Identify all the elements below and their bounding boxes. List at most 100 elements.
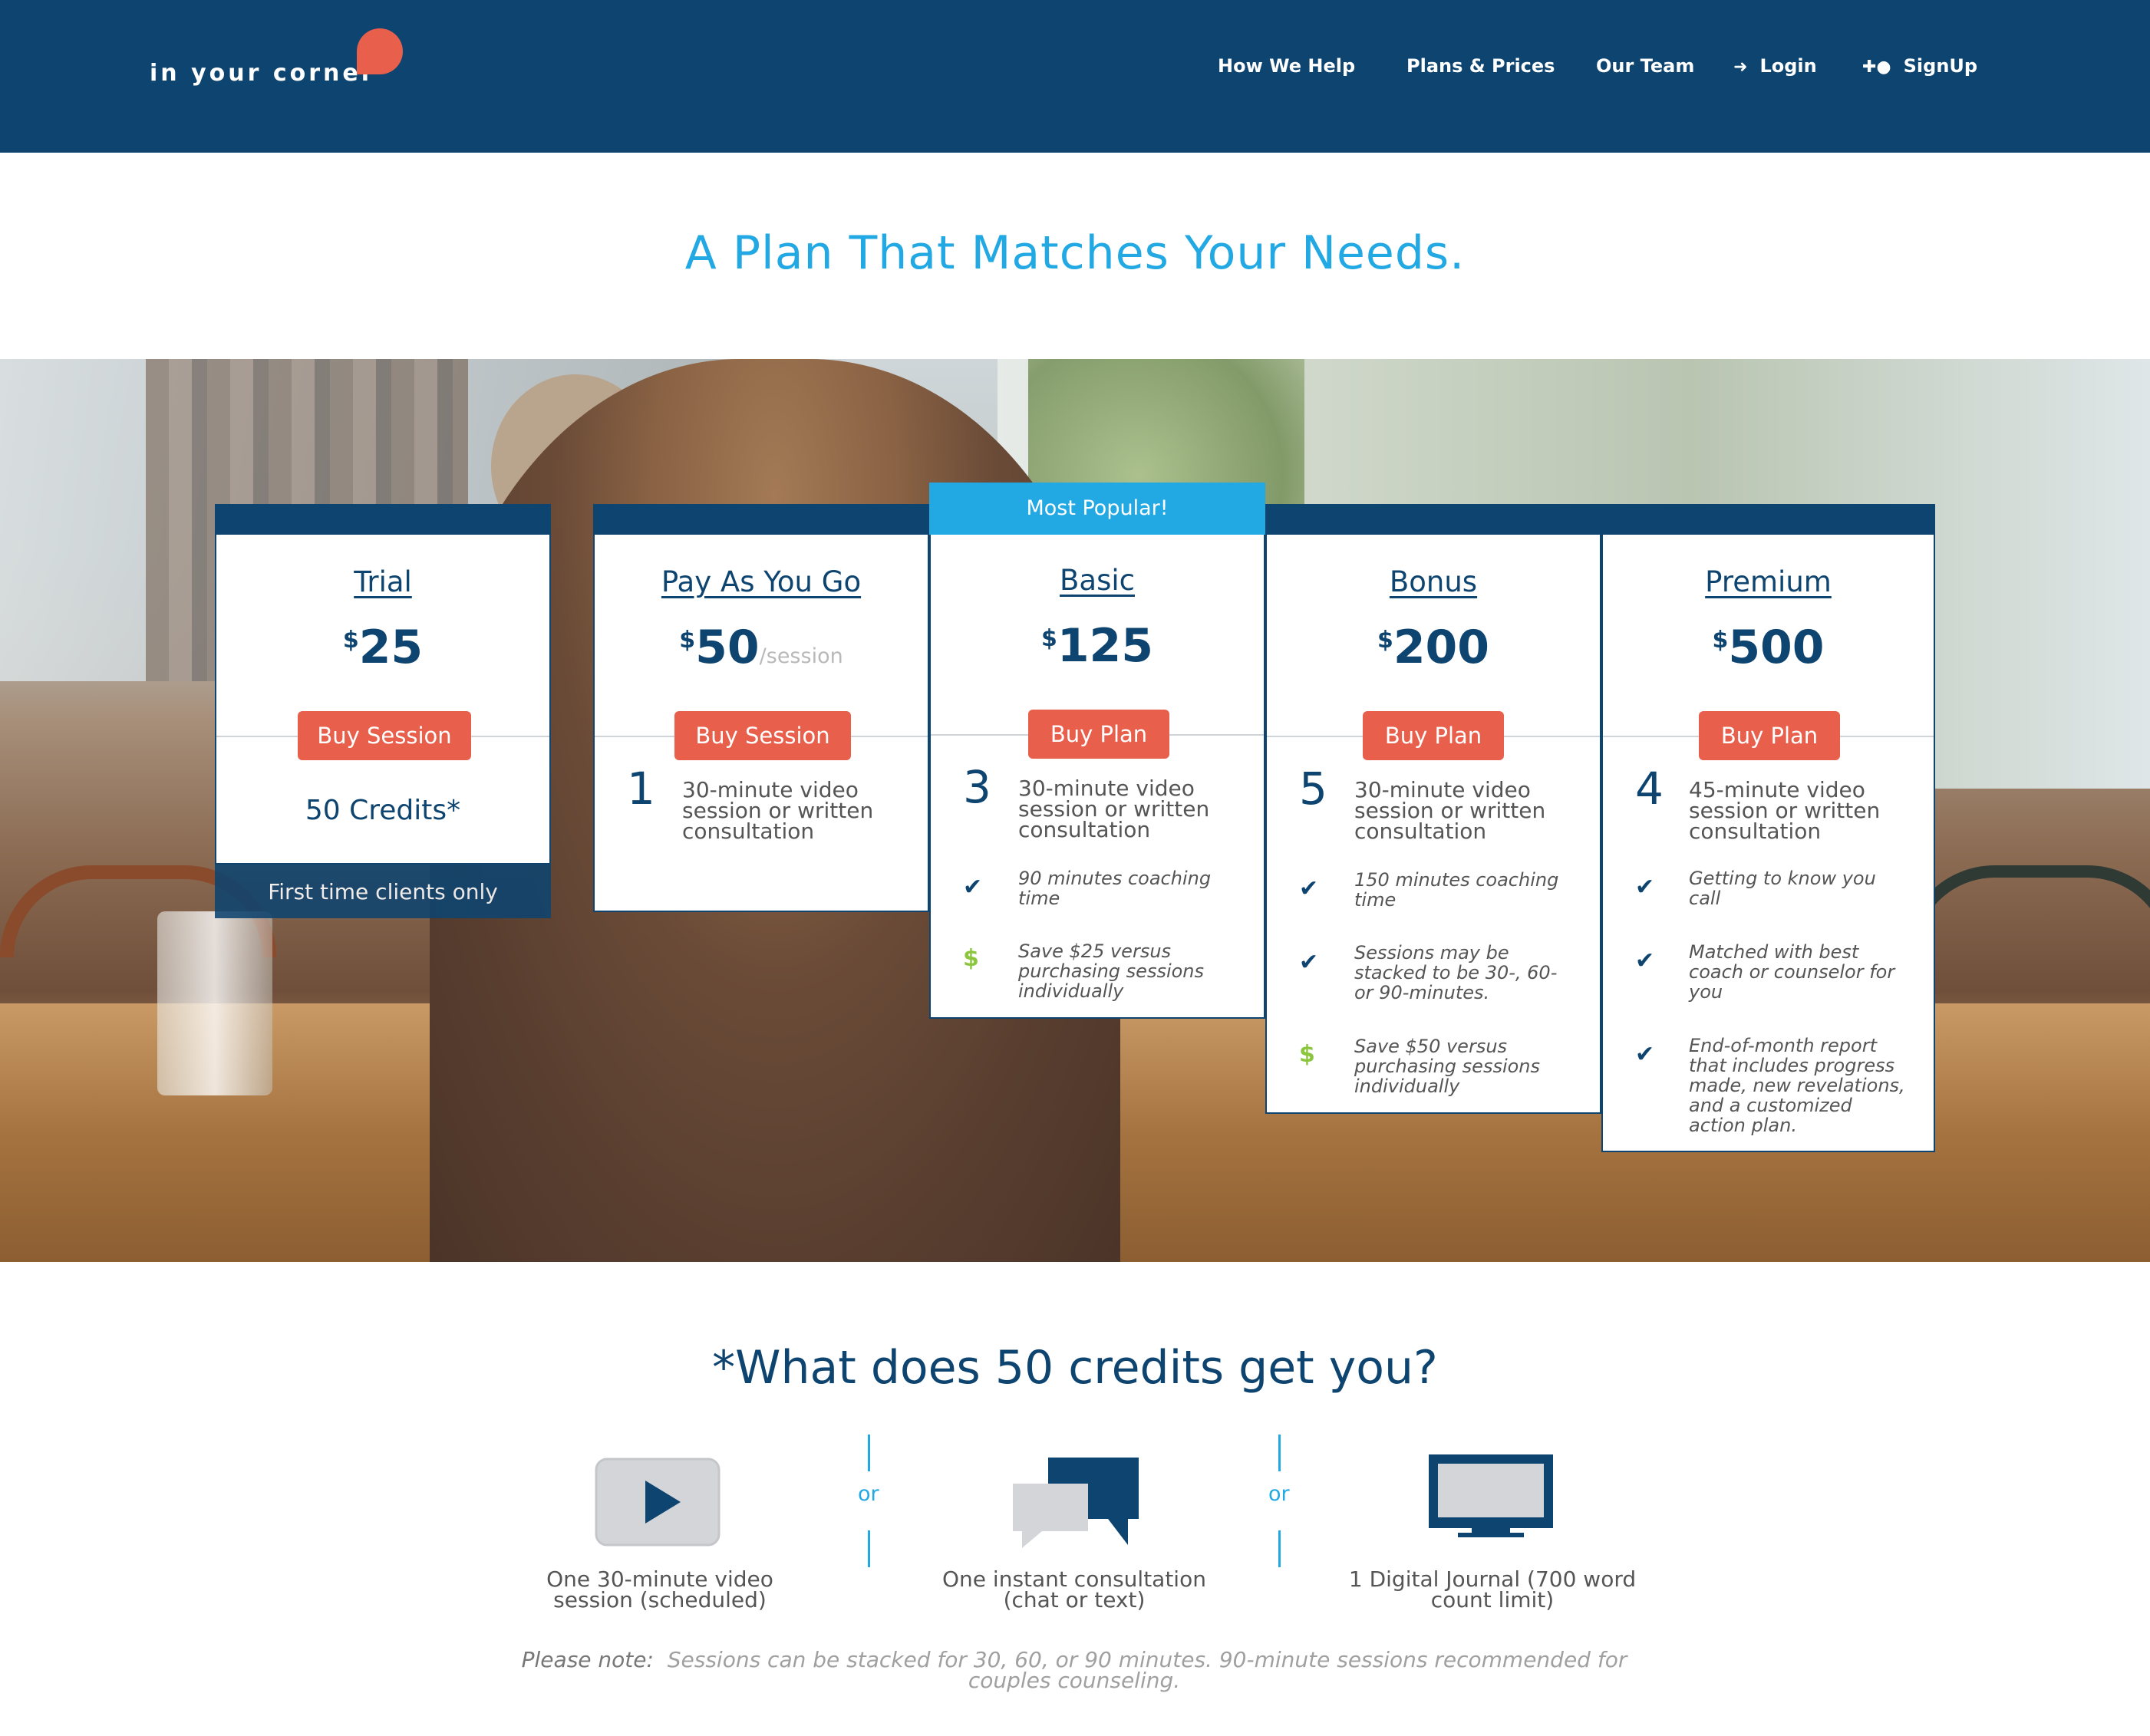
option-line: count limit)	[1430, 1587, 1555, 1612]
feature-line: call	[1689, 888, 1721, 909]
price-currency: $	[1712, 627, 1729, 654]
plan-card-pay-as-you-go: Pay As You Go $50/session Buy Session 1 …	[593, 504, 929, 912]
price-currency: $	[1040, 625, 1057, 652]
note-lead: Please note:	[521, 1647, 654, 1672]
plan-card-basic: Most Popular! Basic $125 Buy Plan 3 30-m…	[929, 483, 1265, 1019]
price-amount: 125	[1057, 619, 1154, 673]
plan-title[interactable]: Bonus	[1267, 565, 1600, 598]
plan-title[interactable]: Trial	[216, 565, 549, 598]
price-currency: $	[342, 627, 359, 654]
plan-title[interactable]: Premium	[1603, 565, 1934, 598]
option-video-label: One 30-minute video session (scheduled)	[499, 1566, 821, 1612]
price-currency: $	[679, 627, 696, 654]
nav-plans-prices[interactable]: Plans & Prices	[1406, 55, 1555, 77]
dollar-icon: $	[963, 945, 979, 972]
desc-line: session or written	[1018, 796, 1210, 822]
check-icon: ✔	[963, 874, 983, 901]
desc-line: consultation	[1689, 819, 1822, 844]
feature-line: time	[1018, 888, 1060, 909]
logo-speech-bubble-icon	[357, 28, 403, 74]
option-line: session (scheduled)	[553, 1587, 767, 1612]
feature-line: coach or counselor for	[1689, 961, 1895, 983]
feature-line: Matched with best	[1689, 941, 1859, 963]
buy-session-button[interactable]: Buy Session	[298, 711, 471, 760]
dollar-icon: $	[1299, 1041, 1315, 1068]
plan-card-trial: Trial $25 Buy Session 50 Credits*	[215, 504, 551, 865]
option-chat-label: One instant consultation (chat or text)	[898, 1566, 1251, 1611]
check-icon: ✔	[1299, 949, 1319, 976]
sessions-note: Please note: Sessions can be stacked for…	[460, 1647, 1688, 1693]
session-description: 30-minute video session or written consu…	[1018, 776, 1210, 842]
or-separator: or	[1268, 1482, 1290, 1506]
desc-line: session or written	[682, 798, 874, 823]
feature-line: you	[1689, 981, 1723, 1003]
card-top-band	[593, 504, 929, 535]
page-headline: A Plan That Matches Your Needs.	[684, 226, 1466, 280]
feature-intro-call: Getting to know you call	[1689, 868, 1876, 908]
desc-line: consultation	[1018, 817, 1151, 842]
feature-line: action plan.	[1689, 1115, 1797, 1136]
desc-line: consultation	[682, 819, 815, 844]
feature-coaching-time: 150 minutes coaching time	[1354, 870, 1558, 910]
buy-plan-button[interactable]: Buy Plan	[1699, 711, 1840, 760]
check-icon: ✔	[1299, 875, 1319, 902]
feature-matching: Matched with best coach or counselor for…	[1689, 942, 1894, 1002]
or-divider-line	[868, 1435, 870, 1471]
site-logo[interactable]: in your corner	[150, 60, 376, 87]
check-icon: ✔	[1635, 947, 1655, 974]
desc-line: 30-minute video	[1018, 776, 1195, 801]
feature-line: and a customized	[1689, 1095, 1852, 1116]
desc-line: 30-minute video	[682, 777, 859, 802]
desc-line: session or written	[1689, 798, 1881, 823]
note-line-1: Please note: Sessions can be stacked for…	[460, 1647, 1688, 1672]
feature-coaching-time: 90 minutes coaching time	[1018, 868, 1211, 908]
plan-title[interactable]: Pay As You Go	[595, 565, 928, 598]
feature-line: or 90-minutes.	[1354, 982, 1490, 1003]
session-description: 45-minute video session or written consu…	[1689, 779, 1880, 842]
option-line: One 30-minute video	[546, 1566, 773, 1592]
feature-line: individually	[1018, 980, 1124, 1002]
credits-heading: *What does 50 credits get you?	[712, 1341, 1438, 1395]
feature-savings: Save $25 versus purchasing sessions indi…	[1018, 941, 1204, 1001]
feature-line: purchasing sessions	[1354, 1056, 1541, 1077]
buy-session-button[interactable]: Buy Session	[674, 711, 851, 760]
session-count: 5	[1299, 763, 1327, 815]
card-top-band	[1265, 504, 1601, 535]
feature-line: that includes progress	[1689, 1055, 1895, 1076]
price-amount: 25	[358, 621, 424, 674]
option-journal-label: 1 Digital Journal (700 word count limit)	[1320, 1566, 1665, 1612]
monitor-icon	[1429, 1454, 1553, 1537]
feature-line: Save $25 versus	[1018, 940, 1172, 962]
buy-plan-button[interactable]: Buy Plan	[1363, 711, 1504, 760]
nav-how-we-help[interactable]: How We Help	[1218, 55, 1355, 77]
note-line-2: couples counseling.	[968, 1668, 1181, 1693]
plan-price: $25	[216, 621, 549, 674]
feature-line: End-of-month report	[1689, 1035, 1877, 1056]
price-amount: 500	[1728, 621, 1825, 674]
chat-bubbles-icon	[1013, 1458, 1139, 1548]
nav-our-team[interactable]: Our Team	[1596, 55, 1694, 77]
nav-login[interactable]: ➜ Login	[1733, 55, 1817, 77]
buy-plan-button[interactable]: Buy Plan	[1028, 710, 1169, 759]
photo-chair-right	[1903, 865, 2150, 957]
feature-line: Sessions may be	[1354, 942, 1509, 964]
feature-line: stacked to be 30-, 60-	[1354, 962, 1558, 983]
plan-title[interactable]: Basic	[931, 564, 1264, 597]
card-top-band	[1601, 504, 1935, 535]
nav-signup[interactable]: ✚● SignUp	[1862, 55, 1977, 77]
desc-line: 45-minute video	[1689, 777, 1865, 802]
photo-glass	[157, 911, 272, 1095]
top-navigation-bar: in your corner How We Help Plans & Price…	[0, 0, 2150, 153]
nav-signup-label: SignUp	[1903, 55, 1978, 77]
check-icon: ✔	[1635, 874, 1655, 901]
check-icon: ✔	[1635, 1041, 1655, 1068]
feature-monthly-report: End-of-month report that includes progre…	[1689, 1036, 1905, 1135]
session-description: 30-minute video session or written consu…	[682, 779, 873, 842]
option-line: One instant consultation	[942, 1566, 1206, 1592]
or-separator: or	[858, 1482, 879, 1506]
session-count: 3	[963, 761, 991, 813]
price-amount: 200	[1393, 621, 1490, 674]
option-line: 1 Digital Journal (700 word	[1348, 1566, 1637, 1592]
session-count: 1	[627, 763, 655, 815]
plan-price: $200	[1267, 621, 1600, 674]
